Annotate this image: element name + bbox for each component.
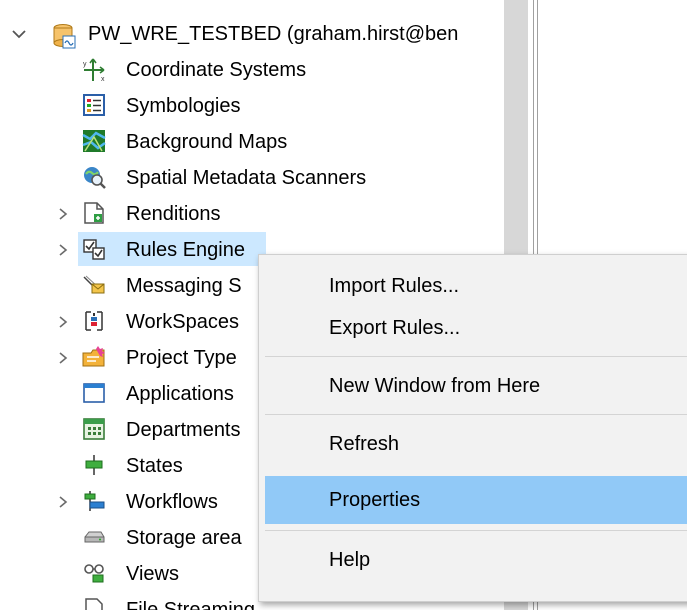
menu-item-label: Properties — [329, 489, 421, 511]
rules-engine-icon — [82, 237, 105, 260]
menu-item-properties[interactable]: Properties — [265, 476, 687, 524]
chevron-right-icon[interactable] — [52, 232, 74, 268]
menu-item-label: Import Rules... — [329, 275, 460, 297]
background-maps-icon — [82, 129, 106, 152]
tree-item-workspaces[interactable]: WorkSpaces — [126, 304, 239, 340]
menu-item-help[interactable]: Help — [265, 536, 687, 584]
menu-separator — [265, 530, 687, 531]
menu-item-label: New Window from Here — [329, 375, 541, 397]
file-streaming-icon — [82, 597, 104, 610]
tree-item-renditions[interactable]: Renditions — [126, 196, 221, 232]
spatial-scanner-icon — [82, 165, 106, 189]
tree-item-storage-areas[interactable]: Storage area — [126, 520, 242, 556]
states-icon — [82, 453, 104, 475]
messaging-icon — [82, 273, 105, 295]
workspaces-icon — [82, 309, 104, 331]
menu-item-label: Export Rules... — [329, 317, 461, 339]
menu-item-import-rules[interactable]: Import Rules... — [265, 262, 687, 310]
tree-item-symbologies[interactable]: Symbologies — [126, 88, 241, 124]
tree-item-project-types[interactable]: Project Type — [126, 340, 237, 376]
tree-item-departments[interactable]: Departments — [126, 412, 241, 448]
chevron-right-icon[interactable] — [52, 196, 74, 232]
menu-item-new-window-from-here[interactable]: New Window from Here — [265, 362, 687, 410]
tree-item-spatial-metadata-scanners[interactable]: Spatial Metadata Scanners — [126, 160, 366, 196]
menu-separator — [265, 414, 687, 415]
applications-icon — [82, 381, 105, 403]
menu-item-label: Help — [329, 549, 371, 571]
tree-item-views[interactable]: Views — [126, 556, 179, 592]
tree-item-messaging[interactable]: Messaging S — [126, 268, 242, 304]
tree-root-label[interactable]: PW_WRE_TESTBED (graham.hirst@ben — [88, 16, 458, 52]
chevron-right-icon[interactable] — [52, 484, 74, 520]
svg-text:x: x — [101, 76, 105, 83]
menu-separator — [265, 356, 687, 357]
datasource-icon — [52, 23, 76, 49]
departments-icon — [82, 417, 105, 440]
tree-item-file-streaming[interactable]: File Streaming — [126, 592, 255, 610]
symbologies-icon — [82, 93, 105, 116]
chevron-right-icon[interactable] — [52, 304, 74, 340]
tree-item-background-maps[interactable]: Background Maps — [126, 124, 287, 160]
menu-item-export-rules[interactable]: Export Rules... — [265, 304, 687, 352]
menu-item-label: Refresh — [329, 433, 400, 455]
tree-item-applications[interactable]: Applications — [126, 376, 234, 412]
storage-areas-icon — [82, 525, 105, 547]
renditions-icon — [82, 201, 104, 224]
tree-item-coordinate-systems[interactable]: Coordinate Systems — [126, 52, 306, 88]
menu-item-refresh[interactable]: Refresh — [265, 420, 687, 468]
context-menu: Import Rules... Export Rules... New Wind… — [258, 254, 687, 602]
project-types-icon — [82, 345, 105, 367]
views-icon — [82, 561, 104, 583]
workflows-icon — [82, 489, 105, 511]
tree-item-rules-engine[interactable]: Rules Engine — [126, 232, 245, 268]
chevron-down-icon[interactable] — [8, 16, 30, 52]
tree-item-states[interactable]: States — [126, 448, 183, 484]
tree-item-workflows[interactable]: Workflows — [126, 484, 218, 520]
coordinate-systems-icon: yx — [82, 57, 105, 83]
chevron-right-icon[interactable] — [52, 340, 74, 376]
svg-text:y: y — [83, 61, 87, 68]
